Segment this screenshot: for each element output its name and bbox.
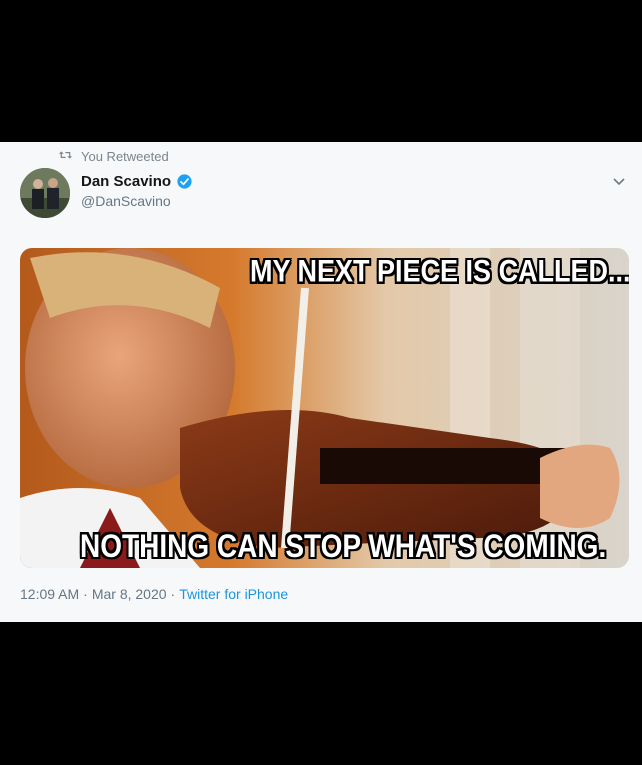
meme-illustration <box>20 248 629 568</box>
meta-separator: · <box>83 586 88 602</box>
tweet-time[interactable]: 12:09 AM <box>20 586 79 602</box>
tweet-media-image[interactable]: MY NEXT PIECE IS CALLED... NOTHING CAN S… <box>20 248 629 568</box>
tweet-metadata: 12:09 AM · Mar 8, 2020 · Twitter for iPh… <box>20 586 288 602</box>
retweet-icon <box>58 149 73 164</box>
meta-separator: · <box>170 586 176 602</box>
chevron-down-icon[interactable] <box>611 175 627 187</box>
verified-badge-icon <box>176 173 193 190</box>
tweet-source-link[interactable]: Twitter for iPhone <box>179 586 288 602</box>
meme-caption-bottom: NOTHING CAN STOP WHAT'S COMING. <box>80 528 607 564</box>
tweet-date[interactable]: Mar 8, 2020 <box>92 586 167 602</box>
avatar[interactable] <box>20 168 70 218</box>
author-display-name[interactable]: Dan Scavino <box>81 173 171 190</box>
retweet-label: You Retweeted <box>81 148 169 164</box>
author-block: Dan Scavino @DanScavino <box>81 173 193 209</box>
tweet-card[interactable]: You Retweeted Dan Scavino @DanScavino MY… <box>0 142 642 622</box>
author-handle[interactable]: @DanScavino <box>81 193 193 209</box>
meme-caption-top: MY NEXT PIECE IS CALLED... <box>250 254 629 289</box>
retweet-indicator: You Retweeted <box>58 148 169 164</box>
